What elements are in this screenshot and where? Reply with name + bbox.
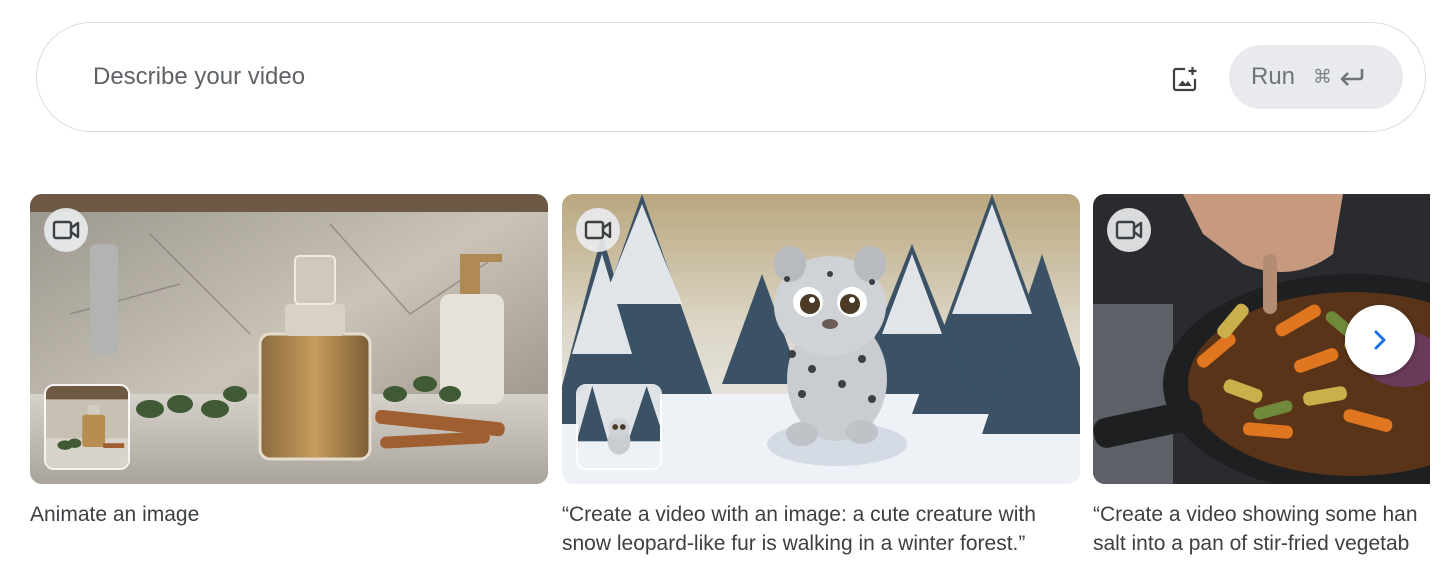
command-key-icon: ⌘ xyxy=(1313,66,1333,88)
source-image-thumbnail xyxy=(44,384,130,470)
prompt-bar: Run ⌘ xyxy=(36,22,1426,132)
card-caption: Animate an image xyxy=(30,500,548,529)
example-card-snow-leopard[interactable]: “Create a video with an image: a cute cr… xyxy=(562,194,1080,558)
add-photo-icon xyxy=(1172,67,1197,92)
add-media-button[interactable] xyxy=(1165,59,1205,99)
video-type-badge xyxy=(576,208,620,252)
run-button[interactable]: Run ⌘ xyxy=(1229,45,1403,109)
example-card-stir-fry[interactable]: “Create a video showing some han salt in… xyxy=(1093,194,1430,558)
video-type-badge xyxy=(1107,208,1151,252)
caption-line: Animate an image xyxy=(30,503,200,526)
video-prompt-page: Run ⌘ xyxy=(0,0,1456,578)
card-preview-video[interactable] xyxy=(562,194,1080,484)
card-caption: “Create a video showing some han salt in… xyxy=(1093,500,1430,558)
prompt-input[interactable] xyxy=(93,59,993,95)
video-camera-icon xyxy=(1115,220,1143,240)
video-type-badge xyxy=(44,208,88,252)
caption-line: “Create a video with an image: a cute cr… xyxy=(562,503,1036,526)
card-caption: “Create a video with an image: a cute cr… xyxy=(562,500,1080,558)
snow-leopard-thumbnail-image xyxy=(578,386,660,468)
run-label: Run xyxy=(1251,63,1296,90)
perfume-thumbnail-image xyxy=(46,386,128,468)
card-preview-video[interactable] xyxy=(30,194,548,484)
example-card-animate-image[interactable]: Animate an image xyxy=(30,194,548,529)
carousel-next-button[interactable] xyxy=(1345,305,1415,375)
chevron-right-icon xyxy=(1374,330,1386,350)
caption-line: “Create a video showing some han xyxy=(1093,503,1418,526)
video-camera-icon xyxy=(584,220,612,240)
source-image-thumbnail xyxy=(576,384,662,470)
caption-line: snow leopard-like fur is walking in a wi… xyxy=(562,532,1026,555)
enter-arrow-icon xyxy=(1338,66,1366,88)
video-camera-icon xyxy=(52,220,80,240)
caption-line: salt into a pan of stir-fried vegetab xyxy=(1093,532,1410,555)
